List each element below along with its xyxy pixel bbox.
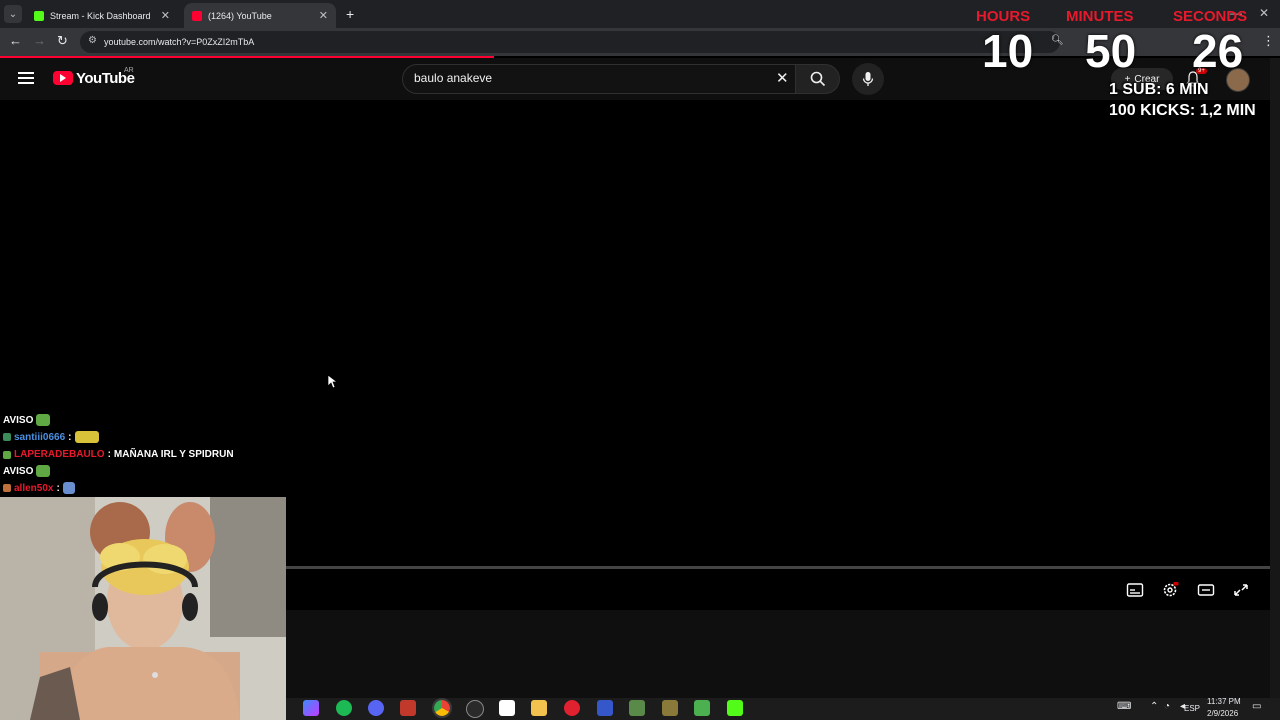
keyboard-icon[interactable]: ⌨ [1117,701,1131,712]
obs-icon[interactable] [466,700,484,718]
chat-separator: : [68,431,72,443]
theater-mode-icon[interactable] [1197,582,1215,598]
settings-gear-icon[interactable] [1161,582,1179,598]
tab-kick-dashboard[interactable]: Stream - Kick Dashboard ✕ [26,3,178,28]
user-badge-icon [3,484,11,492]
kick-goal-text: 100 KICKS: 1,2 MIN [1109,102,1256,119]
search-button[interactable] [796,64,840,94]
chat-text: MAÑANA IRL Y SPIDRUN [113,449,234,460]
chevron-up-icon[interactable]: ⌃ [1150,701,1158,712]
voicemod-icon[interactable] [400,700,416,716]
timer-seconds-value: 26 [1192,25,1244,77]
file-explorer-icon[interactable] [531,700,547,716]
chat-username: allen50x [14,482,54,494]
timer-hours-label: HOURS [976,8,1031,25]
clear-search-icon[interactable]: ✕ [776,69,789,87]
user-badge-icon [3,433,11,441]
youtube-favicon-icon [192,10,202,21]
new-tab-button[interactable]: + [346,6,354,22]
forward-icon[interactable]: → [33,33,46,48]
chat-notice: AVISO [3,414,51,426]
mouse-cursor-icon [328,375,338,389]
search-icon [810,71,825,87]
timer-hours-value: 10 [982,25,1034,77]
webcam-feed [0,497,286,720]
chat-separator: : [56,482,60,494]
clock-time[interactable]: 11:37 PM [1207,697,1241,706]
emote-icon [36,414,51,426]
clock-date[interactable]: 2/9/2026 [1207,709,1238,718]
chat-username: LAPERADEBAULO [14,449,105,460]
app-icon[interactable] [499,700,515,716]
reload-icon[interactable]: ↻ [57,33,68,49]
user-badge-icon [3,450,11,459]
language-indicator[interactable]: ESP [1184,704,1200,713]
chat-notice: AVISO [3,465,51,477]
search-query[interactable]: baulo anakeve [414,71,492,85]
site-info-icon[interactable]: ⚙ [88,35,100,47]
minecraft-icon[interactable] [694,700,710,716]
kick-icon[interactable] [727,700,743,716]
emote-icon [36,465,51,477]
discord-icon[interactable] [368,700,384,716]
subtitles-icon[interactable] [1126,582,1144,598]
chat-message: LAPERADEBAULO : MAÑANA IRL Y SPIDRUN [3,449,234,460]
sub-goal-text: 1 SUB: 6 MIN [1109,81,1209,98]
youtube-logo-icon[interactable] [53,71,73,85]
webcam-image [0,497,286,720]
opera-icon[interactable] [564,700,580,716]
chat-separator: : [107,449,111,460]
tab-close-icon[interactable]: ✕ [161,9,170,22]
chat-username: AVISO [3,465,34,477]
kick-favicon-icon [34,10,44,21]
tab-title: Stream - Kick Dashboard [50,10,151,21]
app-icon[interactable] [662,700,678,716]
browser-menu-icon[interactable]: ⋮ [1262,33,1275,49]
menu-icon[interactable] [18,72,34,84]
microphone-icon [862,72,874,86]
fullscreen-icon[interactable] [1232,582,1250,598]
video-info-area [286,610,1270,698]
timer-seconds-label: SECONDS [1173,8,1248,25]
tab-title: (1264) YouTube [208,10,272,21]
url-text: youtube.com/watch?v=P0ZxZI2mTbA [104,37,255,47]
chat-message: allen50x : [3,482,75,494]
chat-message: santiii0666 : [3,431,99,443]
tab-search-button[interactable]: ⌄ [4,5,22,23]
spotify-icon[interactable] [336,700,352,716]
window-close-icon[interactable]: ✕ [1259,6,1269,20]
video-progress-bar[interactable] [286,566,1270,569]
tab-youtube[interactable]: (1264) YouTube ✕ [184,3,336,28]
app-icon[interactable] [597,700,613,716]
chat-username: AVISO [3,414,34,426]
network-icon[interactable]: ◔ [1164,701,1170,712]
chat-username: santiii0666 [14,431,66,443]
emote-icon [62,482,75,494]
chrome-icon[interactable] [432,698,452,718]
voice-search-button[interactable] [852,63,884,95]
timer-minutes-value: 50 [1085,25,1137,77]
emote-icon [74,431,99,443]
zoom-icon[interactable]: 🔍︎ [1051,35,1064,46]
page-scrollbar[interactable] [1270,58,1280,698]
tab-close-icon[interactable]: ✕ [319,9,328,22]
copilot-icon[interactable] [303,700,319,716]
country-code: AR [124,67,134,74]
app-icon[interactable] [629,700,645,716]
timer-minutes-label: MINUTES [1066,8,1134,25]
back-icon[interactable]: ← [9,33,22,48]
notification-center-icon[interactable]: ▭ [1252,701,1261,712]
